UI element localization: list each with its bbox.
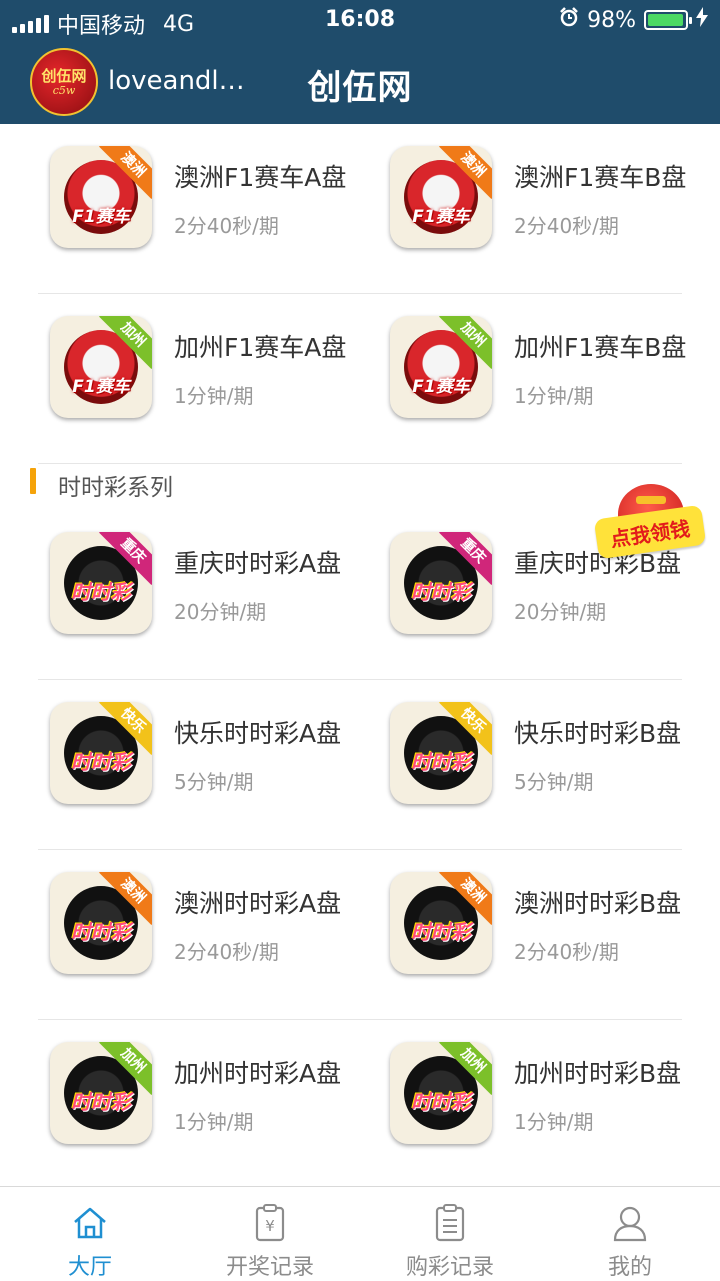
draw-period: 1分钟/期: [514, 384, 594, 408]
page-title: 创伍网: [307, 68, 413, 108]
game-name: 加州F1赛车B盘: [514, 333, 687, 362]
game-item[interactable]: F1赛车 加州 加州F1赛车B盘 1分钟/期: [340, 294, 686, 464]
game-name: 澳洲F1赛车A盘: [174, 163, 347, 192]
game-item[interactable]: 时时彩 快乐 快乐时时彩A盘 5分钟/期: [0, 680, 342, 850]
ssc-lottery-icon: 时时彩 快乐: [390, 702, 492, 804]
game-name: 加州F1赛车A盘: [174, 333, 347, 362]
red-packet-promo[interactable]: 点我领钱: [593, 484, 707, 574]
ssc-lottery-icon: 时时彩 澳洲: [390, 872, 492, 974]
game-item[interactable]: F1赛车 澳洲 澳洲F1赛车B盘 2分40秒/期: [340, 124, 686, 294]
draw-period: 2分40秒/期: [514, 214, 619, 238]
game-item[interactable]: F1赛车 澳洲 澳洲F1赛车A盘 2分40秒/期: [0, 124, 346, 294]
icon-text: 时时彩: [71, 750, 131, 774]
draw-period: 2分40秒/期: [174, 214, 279, 238]
icon-text: 时时彩: [71, 580, 131, 604]
draw-period: 20分钟/期: [514, 600, 607, 624]
game-row: 时时彩 加州 加州时时彩A盘 1分钟/期 时时彩 加州 加州时时彩B盘 1分钟/期: [0, 1020, 720, 1186]
svg-text:¥: ¥: [265, 1217, 275, 1235]
game-row: F1赛车 澳洲 澳洲F1赛车A盘 2分40秒/期 F1赛车 澳洲 澳洲F1赛车B盘 2分40秒…: [0, 124, 720, 294]
ssc-lottery-icon: 时时彩 重庆: [50, 532, 152, 634]
draw-period: 1分钟/期: [174, 1110, 254, 1134]
ssc-lottery-icon: 时时彩 重庆: [390, 532, 492, 634]
game-row: F1赛车 加州 加州F1赛车A盘 1分钟/期 F1赛车 加州 加州F1赛车B盘 1分钟/期: [0, 294, 720, 464]
game-list: F1赛车 澳洲 澳洲F1赛车A盘 2分40秒/期 F1赛车 澳洲 澳洲F1赛车B盘 2分40秒…: [0, 124, 720, 1186]
draw-period: 1分钟/期: [514, 1110, 594, 1134]
alarm-icon: [559, 7, 579, 33]
icon-text: F1赛车: [72, 207, 130, 227]
app-header: 创伍网 c5w loveandlo... 创伍网: [0, 40, 720, 124]
game-name: 澳洲F1赛车B盘: [514, 163, 687, 192]
game-item[interactable]: 时时彩 澳洲 澳洲时时彩A盘 2分40秒/期: [0, 850, 342, 1020]
f1-racing-icon: F1赛车 加州: [390, 316, 492, 418]
icon-text: 时时彩: [411, 580, 471, 604]
draw-period: 2分40秒/期: [514, 940, 619, 964]
draw-period: 1分钟/期: [174, 384, 254, 408]
tab-hall[interactable]: 大厅: [0, 1187, 180, 1281]
game-name: 快乐时时彩A盘: [174, 719, 342, 748]
document-list-icon: [430, 1203, 470, 1243]
icon-text: 时时彩: [411, 1090, 471, 1114]
battery-percent: 98%: [587, 7, 636, 33]
icon-text: F1赛车: [412, 377, 470, 397]
game-name: 加州时时彩A盘: [174, 1059, 342, 1088]
icon-text: 时时彩: [411, 920, 471, 944]
game-name: 加州时时彩B盘: [514, 1059, 682, 1088]
draw-period: 2分40秒/期: [174, 940, 279, 964]
ssc-lottery-icon: 时时彩 快乐: [50, 702, 152, 804]
game-item[interactable]: 时时彩 快乐 快乐时时彩B盘 5分钟/期: [340, 680, 682, 850]
game-name: 澳洲时时彩B盘: [514, 889, 682, 918]
icon-text: 时时彩: [71, 920, 131, 944]
game-name: 重庆时时彩A盘: [174, 549, 342, 578]
game-row: 时时彩 澳洲 澳洲时时彩A盘 2分40秒/期 时时彩 澳洲 澳洲时时彩B盘 2分40秒/期: [0, 850, 720, 1020]
game-item[interactable]: 时时彩 重庆 重庆时时彩A盘 20分钟/期: [0, 510, 342, 680]
game-item[interactable]: 时时彩 加州 加州时时彩B盘 1分钟/期: [340, 1020, 682, 1186]
promo-label: 点我领钱: [593, 504, 707, 560]
tab-mine[interactable]: 我的: [540, 1187, 720, 1281]
tab-label: 开奖记录: [225, 1255, 314, 1280]
bottom-tab-bar: 大厅 ¥ 开奖记录 购彩记录 我的: [0, 1186, 720, 1280]
icon-text: 时时彩: [411, 750, 471, 774]
home-icon: [70, 1203, 110, 1243]
game-item[interactable]: 时时彩 加州 加州时时彩A盘 1分钟/期: [0, 1020, 342, 1186]
section-accent-bar: [30, 468, 36, 494]
icon-text: F1赛车: [72, 377, 130, 397]
draw-period: 5分钟/期: [514, 770, 594, 794]
tab-label: 购彩记录: [405, 1255, 494, 1280]
battery-icon: [644, 10, 692, 30]
user-icon: [610, 1203, 650, 1243]
draw-period: 20分钟/期: [174, 600, 267, 624]
ssc-lottery-icon: 时时彩 加州: [50, 1042, 152, 1144]
game-name: 快乐时时彩B盘: [514, 719, 682, 748]
status-right: 98%: [559, 7, 708, 33]
tab-label: 我的: [607, 1255, 652, 1280]
section-title: 时时彩系列: [58, 475, 173, 501]
icon-text: 时时彩: [71, 1090, 131, 1114]
charging-icon: [696, 7, 708, 33]
f1-racing-icon: F1赛车 澳洲: [390, 146, 492, 248]
red-packet-tie: [636, 496, 666, 504]
ssc-lottery-icon: 时时彩 加州: [390, 1042, 492, 1144]
game-item[interactable]: F1赛车 加州 加州F1赛车A盘 1分钟/期: [0, 294, 346, 464]
game-row: 时时彩 快乐 快乐时时彩A盘 5分钟/期 时时彩 快乐 快乐时时彩B盘 5分钟/期: [0, 680, 720, 850]
tab-bet-records[interactable]: 购彩记录: [360, 1187, 540, 1281]
game-item[interactable]: 时时彩 澳洲 澳洲时时彩B盘 2分40秒/期: [340, 850, 682, 1020]
icon-text: F1赛车: [412, 207, 470, 227]
tab-draw-results[interactable]: ¥ 开奖记录: [180, 1187, 360, 1281]
ssc-lottery-icon: 时时彩 澳洲: [50, 872, 152, 974]
draw-period: 5分钟/期: [174, 770, 254, 794]
f1-racing-icon: F1赛车 澳洲: [50, 146, 152, 248]
tab-label: 大厅: [67, 1255, 112, 1280]
status-bar: 中国移动 4G 16:08 98%: [0, 0, 720, 40]
game-name: 澳洲时时彩A盘: [174, 889, 342, 918]
clipboard-yen-icon: ¥: [250, 1203, 290, 1243]
f1-racing-icon: F1赛车 加州: [50, 316, 152, 418]
